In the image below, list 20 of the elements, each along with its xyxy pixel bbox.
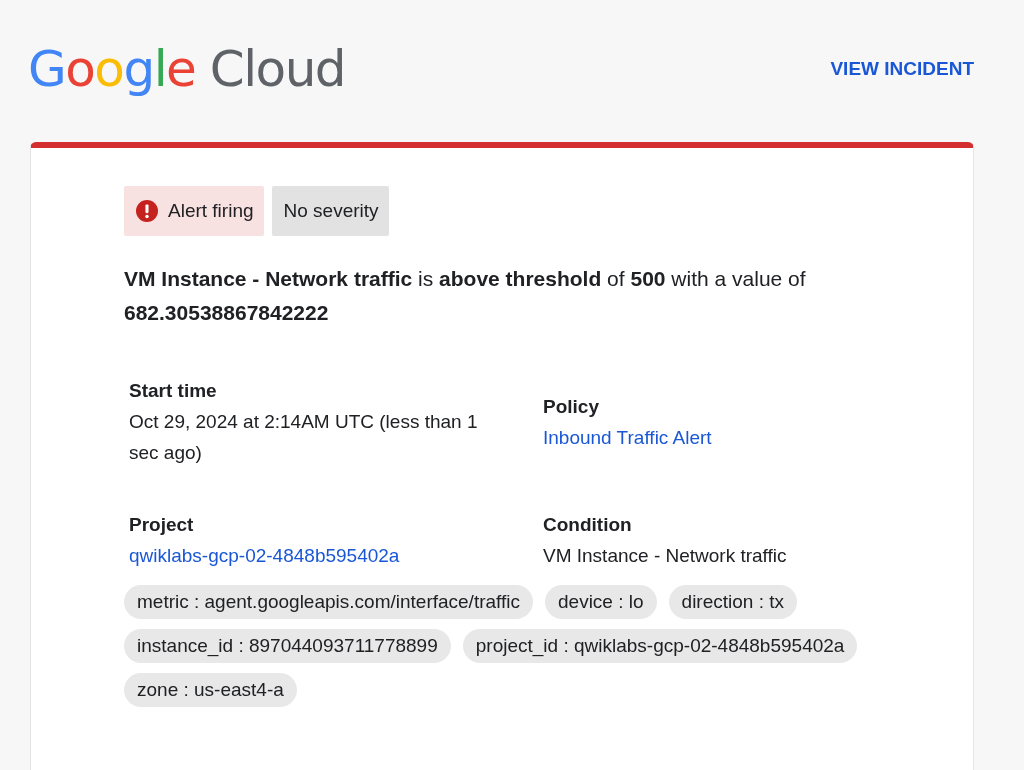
- detail-label: Condition: [543, 513, 633, 537]
- detail-value: Oct 29, 2024 at 2:14AM UTC (less than 1 sec ago): [129, 410, 479, 465]
- logo-wordmark: Google Cloud: [28, 44, 346, 94]
- detail-link[interactable]: qwiklabs-gcp-02-4848b595402a: [129, 540, 509, 571]
- detail-label: Project: [129, 513, 195, 537]
- label-chip: metric : agent.googleapis.com/interface/traffic: [124, 585, 533, 619]
- detail-link[interactable]: Inbound Traffic Alert: [543, 421, 923, 453]
- severity-badge: No severity: [271, 186, 389, 236]
- label-chip: zone : us-east4-a: [124, 673, 297, 707]
- label-chip: device : lo: [545, 585, 657, 619]
- alert-summary: VM Instance - Network traffic is above threshold of 500 with a value of 682.30538867842222: [124, 266, 807, 326]
- label-chip: project_id : qwiklabs-gcp-02-4848b595402a: [462, 629, 858, 663]
- status-badge: Alert firing: [124, 186, 264, 236]
- label-chip: direction : tx: [668, 585, 797, 619]
- detail-value: VM Instance - Network traffic: [543, 544, 788, 568]
- view-incident-link[interactable]: VIEW INCIDENT: [830, 58, 974, 80]
- detail-label: Start time: [129, 379, 218, 403]
- detail-label: Policy: [543, 394, 600, 419]
- label-chip: instance_id : 897044093711778899: [124, 629, 451, 663]
- exclamation-icon: [136, 200, 158, 222]
